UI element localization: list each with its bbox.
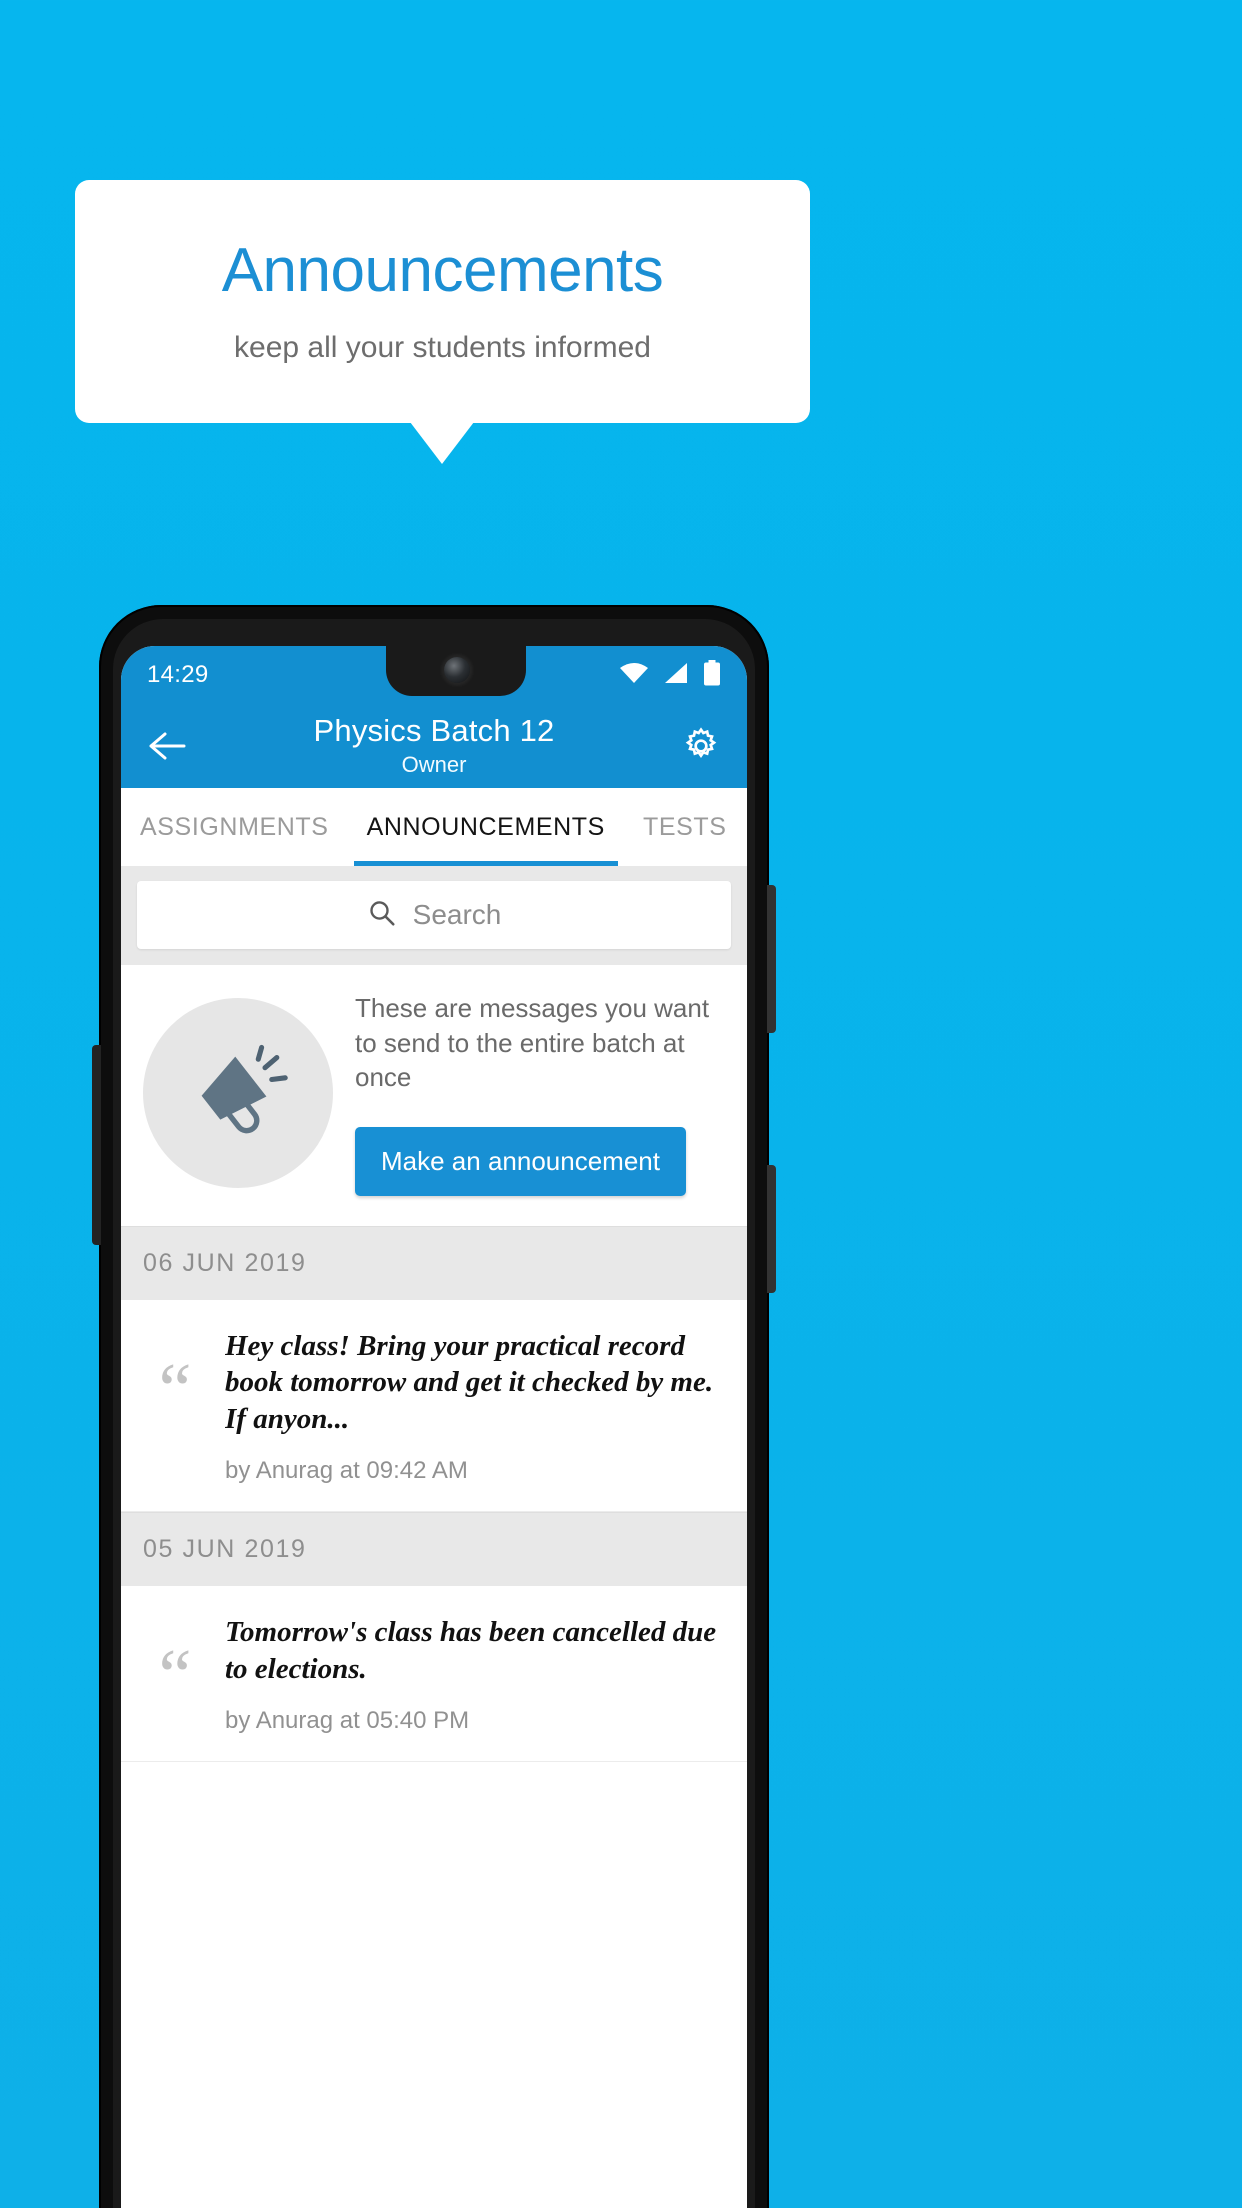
announcement-meta: by Anurag at 05:40 PM: [225, 1707, 470, 1735]
announcement-meta: by Anurag at 09:42 AM: [225, 1457, 468, 1485]
power-button[interactable]: [767, 1165, 776, 1293]
side-button-left[interactable]: [92, 1045, 101, 1245]
search-input[interactable]: Search: [137, 881, 731, 949]
app-bar: Physics Batch 12 Owner: [121, 704, 747, 788]
phone-screen: 14:29 Physics Batch 12 Owner ASSIGNMENTS…: [121, 646, 747, 2208]
promo-callout-tail: [410, 422, 474, 464]
announcement-promo: These are messages you want to send to t…: [121, 965, 747, 1226]
promo-description: These are messages you want to send to t…: [355, 993, 710, 1093]
announcement-text: Hey class! Bring your practical record b…: [225, 1329, 714, 1435]
search-placeholder: Search: [412, 899, 502, 930]
quote-icon: “: [158, 1635, 192, 1718]
search-section: Search: [121, 866, 747, 965]
date-header: 06 JUN 2019: [121, 1225, 747, 1300]
megaphone-icon: [201, 1045, 288, 1134]
make-announcement-button[interactable]: Make an announcement: [355, 1126, 686, 1196]
wifi-icon: [619, 661, 649, 690]
promo-subtitle: keep all your students informed: [234, 331, 651, 365]
megaphone-avatar: [143, 998, 333, 1189]
quote-icon: “: [158, 1348, 192, 1431]
status-clock: 14:29: [147, 661, 209, 688]
promo-callout-card: Announcements keep all your students inf…: [75, 180, 810, 423]
battery-icon: [703, 659, 721, 691]
announcement-body: Hey class! Bring your practical record b…: [225, 1328, 725, 1486]
arrow-left-icon: [149, 732, 186, 760]
page-subtitle: Owner: [401, 751, 467, 777]
announcement-body: Tomorrow's class has been cancelled due …: [225, 1614, 725, 1735]
app-bar-title-block: Physics Batch 12 Owner: [191, 713, 677, 778]
tab-next-clipped[interactable]: V: [746, 788, 747, 866]
volume-button[interactable]: [767, 885, 776, 1033]
status-icon-group: [619, 659, 721, 691]
back-button[interactable]: [143, 722, 191, 770]
tab-announcements[interactable]: ANNOUNCEMENTS: [348, 788, 624, 866]
announcement-row[interactable]: “ Tomorrow's class has been cancelled du…: [121, 1586, 747, 1763]
tab-tests[interactable]: TESTS: [624, 788, 746, 866]
front-camera: [444, 657, 470, 683]
announcement-text: Tomorrow's class has been cancelled due …: [225, 1616, 717, 1685]
search-icon: [367, 898, 397, 933]
gear-icon: [685, 727, 717, 758]
announcement-row[interactable]: “ Hey class! Bring your practical record…: [121, 1299, 747, 1513]
page-title: Physics Batch 12: [313, 712, 555, 748]
settings-button[interactable]: [677, 722, 725, 770]
tab-assignments[interactable]: ASSIGNMENTS: [121, 788, 348, 866]
promo-title: Announcements: [221, 235, 664, 305]
phone-device: 14:29 Physics Batch 12 Owner ASSIGNMENTS…: [92, 605, 776, 2208]
promo-text-block: These are messages you want to send to t…: [355, 991, 725, 1196]
date-header: 05 JUN 2019: [121, 1512, 747, 1587]
signal-icon: [663, 661, 689, 690]
tab-bar: ASSIGNMENTS ANNOUNCEMENTS TESTS V: [121, 788, 747, 866]
